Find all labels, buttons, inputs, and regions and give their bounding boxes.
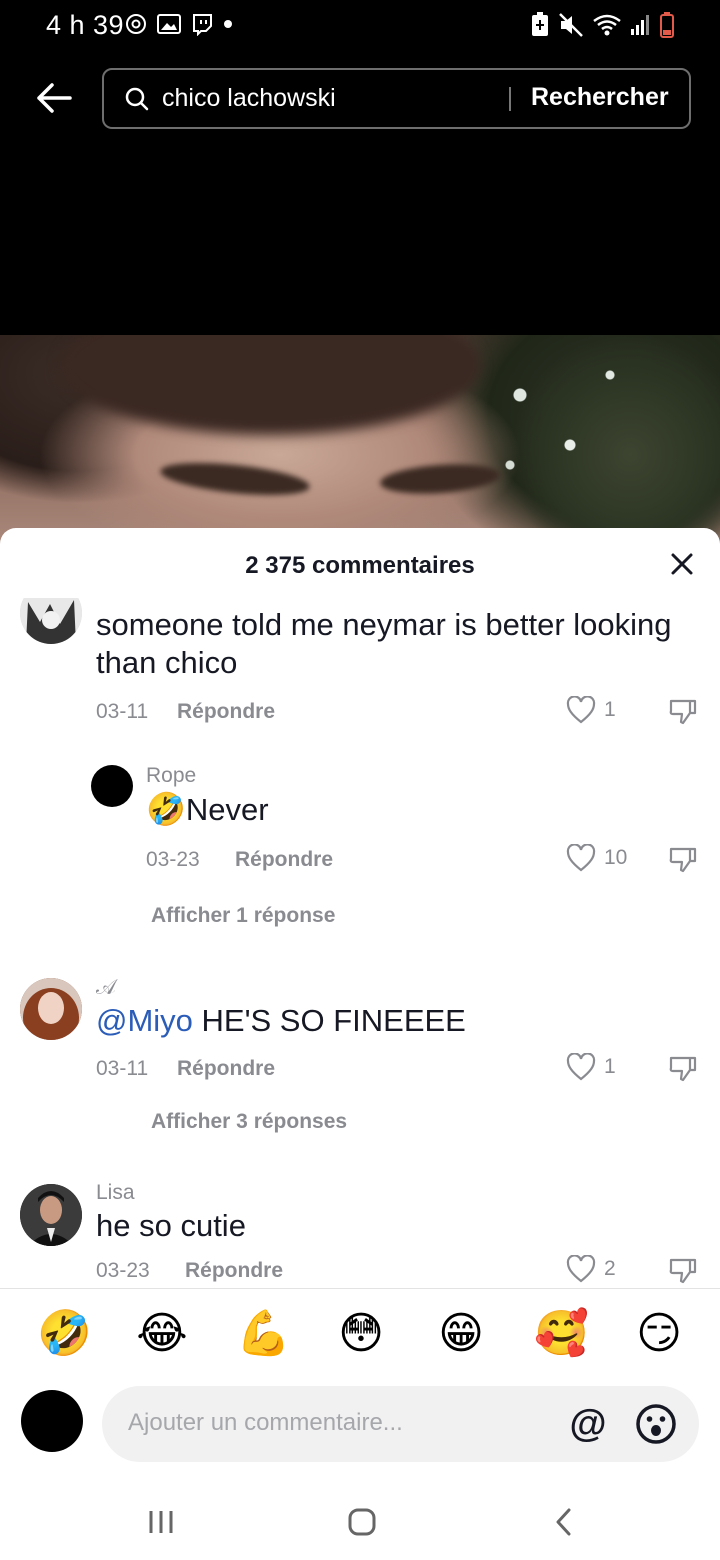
view-replies-button[interactable]: Afficher 1 réponse	[151, 904, 335, 928]
reply-button[interactable]: Répondre	[177, 1057, 275, 1081]
dislike-icon[interactable]	[668, 1055, 698, 1083]
heart-icon	[566, 1053, 596, 1081]
comments-panel: 2 375 commentaires someone told me neyma…	[0, 528, 720, 1560]
search-icon	[125, 87, 149, 111]
home-icon	[348, 1508, 376, 1536]
like-button[interactable]: 2	[566, 1255, 616, 1283]
video-brow-left	[158, 457, 312, 501]
system-nav-bar	[0, 1488, 720, 1560]
reply-button[interactable]: Répondre	[177, 700, 275, 724]
emoji-quick-bar: 🤣 😂 💪 😳 😁 🥰 😏	[0, 1308, 720, 1368]
comment-username[interactable]: Rope	[146, 764, 196, 788]
recent-apps-button[interactable]	[141, 1502, 181, 1542]
search-box[interactable]: chico lachowski Rechercher	[102, 68, 691, 129]
laughing-emoji: 🤣	[146, 791, 186, 827]
panel-divider	[0, 1288, 720, 1289]
comment-username[interactable]: 𝒜	[96, 976, 116, 1000]
comments-list: someone told me neymar is better looking…	[0, 598, 720, 1288]
status-icons-left	[124, 12, 234, 36]
heart-icon	[566, 696, 596, 724]
comment-date: 03-23	[96, 1259, 150, 1282]
mention-link[interactable]: @Miyo	[96, 1003, 193, 1038]
comment-text: @Miyo HE'S SO FINEEEE	[96, 1002, 466, 1040]
recent-apps-icon	[149, 1511, 173, 1533]
back-arrow-icon	[37, 83, 72, 113]
wifi-icon	[593, 14, 621, 36]
comment-input-placeholder: Ajouter un commentaire...	[128, 1409, 403, 1436]
video-foliage	[480, 335, 720, 535]
search-button[interactable]: Rechercher	[531, 83, 669, 112]
avatar[interactable]	[20, 978, 82, 1040]
comment-input[interactable]: Ajouter un commentaire... @	[102, 1386, 699, 1462]
user-photo-icon	[20, 978, 82, 1040]
comment-body: Never	[185, 792, 269, 827]
screen: 4 h 39 chico lachowski Rechercher 2 375 …	[0, 0, 720, 1560]
comment-username[interactable]: Lisa	[96, 1181, 135, 1205]
search-input[interactable]: chico lachowski	[162, 84, 336, 113]
like-count: 1	[604, 698, 616, 721]
like-button[interactable]: 1	[566, 696, 616, 724]
like-button[interactable]: 10	[566, 844, 627, 872]
like-count: 10	[604, 846, 628, 869]
comment-date: 03-23	[146, 848, 200, 871]
emoji-muscle[interactable]: 💪	[236, 1308, 291, 1360]
comment-body: HE'S SO FINEEEE	[192, 1003, 466, 1038]
emoji-smirk[interactable]: 😏	[633, 1308, 685, 1360]
view-replies-button[interactable]: Afficher 3 réponses	[151, 1110, 347, 1134]
current-user-avatar	[21, 1390, 83, 1452]
avatar[interactable]	[20, 598, 82, 644]
heart-icon	[566, 844, 596, 872]
anime-avatar-icon	[20, 598, 82, 644]
emoji-joy[interactable]: 😂	[136, 1308, 188, 1360]
system-back-button[interactable]	[544, 1502, 584, 1542]
heart-icon	[566, 1255, 596, 1283]
chevron-left-icon	[556, 1508, 571, 1536]
avatar[interactable]	[91, 765, 133, 807]
reply-button[interactable]: Répondre	[185, 1259, 283, 1283]
gallery-icon	[157, 14, 181, 34]
twitch-icon	[193, 14, 212, 36]
close-icon	[671, 553, 693, 575]
avatar[interactable]	[20, 1184, 82, 1246]
like-count: 1	[604, 1055, 616, 1078]
status-icons-right	[530, 12, 674, 38]
dislike-icon[interactable]	[668, 1257, 698, 1285]
video-hair	[60, 335, 480, 435]
whatsapp-icon	[126, 14, 146, 34]
user-photo-icon	[20, 1184, 82, 1246]
emoji-smiling-hearts[interactable]: 🥰	[534, 1308, 589, 1360]
emoji-flushed[interactable]: 😳	[335, 1308, 387, 1360]
comment-text: someone told me neymar is better looking…	[96, 607, 672, 680]
battery-icon	[660, 12, 674, 38]
like-button[interactable]: 1	[566, 1053, 616, 1081]
emoji-rofl[interactable]: 🤣	[37, 1308, 92, 1360]
battery-saver-icon	[532, 12, 548, 36]
search-divider	[509, 87, 511, 111]
comment-date: 03-11	[96, 1057, 149, 1080]
back-button[interactable]	[30, 76, 78, 120]
like-count: 2	[604, 1257, 616, 1280]
reply-button[interactable]: Répondre	[235, 848, 333, 872]
comment-text: 🤣Never	[146, 790, 269, 829]
status-bar: 4 h 39	[0, 0, 720, 52]
signal-icon	[631, 15, 649, 35]
emoji-face-icon	[636, 1404, 676, 1444]
status-time: 4 h 39	[46, 10, 125, 40]
dislike-icon[interactable]	[668, 698, 698, 726]
dislike-icon[interactable]	[668, 846, 698, 874]
emoji-picker-button[interactable]	[634, 1402, 678, 1446]
dot-icon	[224, 20, 232, 28]
comment-date: 03-11	[96, 700, 149, 723]
mention-button[interactable]: @	[568, 1404, 608, 1444]
mute-icon	[559, 13, 583, 37]
home-button[interactable]	[342, 1502, 382, 1542]
close-button[interactable]	[664, 546, 700, 582]
comments-count-title: 2 375 commentaires	[245, 552, 475, 579]
emoji-grin[interactable]: 😁	[435, 1308, 487, 1360]
comment-text: he so cutie	[96, 1208, 246, 1243]
